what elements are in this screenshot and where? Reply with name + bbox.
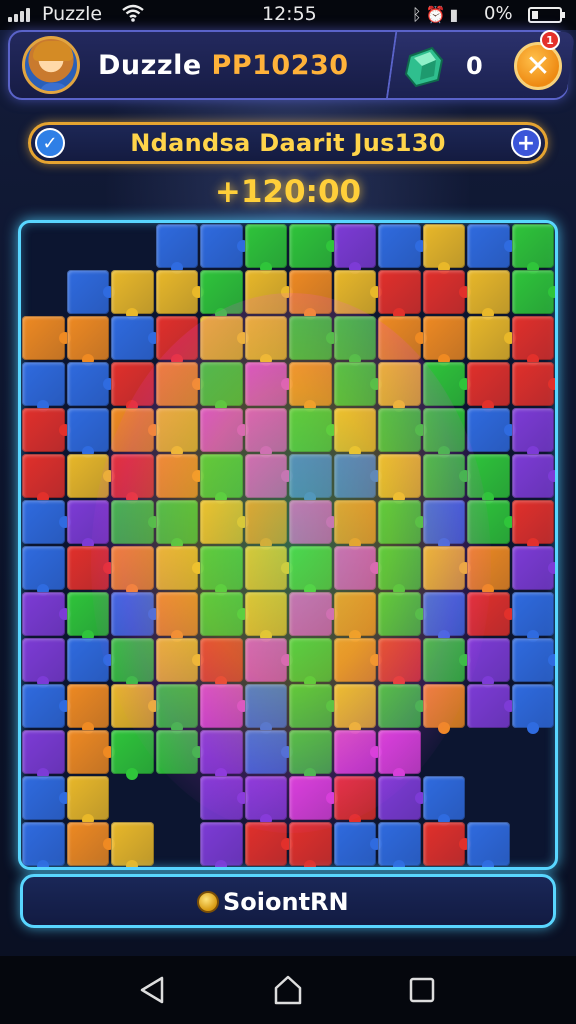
alarm-icon: ⏰ <box>425 5 450 24</box>
player-name: Duzzle PP10230 <box>98 50 349 81</box>
puzzle-piece-tab <box>37 860 50 867</box>
status-time: 12:55 <box>262 3 317 25</box>
home-icon[interactable] <box>270 972 306 1008</box>
puzzle-piece-tab <box>482 860 495 867</box>
puzzle-piece-tab <box>126 768 139 780</box>
puzzle-piece-tab <box>304 860 317 867</box>
gem-count: 0 <box>466 52 483 80</box>
solve-button[interactable]: SoiontRN <box>20 874 556 928</box>
signal-small-icon: ▮ <box>449 5 463 24</box>
puzzle-piece-tab <box>548 286 555 298</box>
puzzle-piece-tab <box>548 562 555 574</box>
battery-icon <box>528 7 565 23</box>
puzzle-piece-tab <box>548 470 555 482</box>
goal-bar: ✓ Ndandsa Daarit Jus130 + <box>28 122 548 164</box>
puzzle-piece-tab <box>526 722 539 734</box>
recent-apps-icon[interactable] <box>404 972 440 1008</box>
player-name-text: Duzzle <box>98 50 202 81</box>
status-app-name: Puzzle <box>42 3 103 25</box>
wifi-icon <box>122 4 144 22</box>
status-bar: Puzzle 12:55 ᛒ⏰▮ 0% <box>0 0 576 30</box>
coin-icon <box>197 891 219 913</box>
signal-icon <box>8 8 36 22</box>
puzzle-piece-tab <box>548 378 555 390</box>
status-icons: ᛒ⏰▮ <box>412 5 462 24</box>
goal-text: Ndandsa Daarit Jus130 <box>130 129 446 157</box>
back-icon[interactable] <box>134 972 170 1008</box>
gem-icon[interactable] <box>402 46 446 88</box>
puzzle-piece-tab <box>548 654 555 666</box>
close-icon: ✕ <box>525 48 551 84</box>
bluetooth-icon: ᛒ <box>412 5 426 24</box>
solve-button-label: SoiontRN <box>223 888 349 916</box>
player-header: Duzzle PP10230 0 ✕ <box>8 30 576 100</box>
add-button[interactable]: + <box>511 128 541 158</box>
navigation-bar <box>0 956 576 1024</box>
puzzle-piece-tab <box>215 860 228 867</box>
puzzle-piece-tab <box>126 860 139 867</box>
puzzle-board[interactable] <box>18 220 558 870</box>
puzzle-piece-tab <box>393 860 406 867</box>
timer: +120:00 <box>214 174 362 210</box>
close-button[interactable]: ✕ <box>514 42 562 90</box>
battery-text: 0% <box>484 3 513 24</box>
puzzle-piece-tab <box>437 722 450 734</box>
avatar[interactable] <box>22 36 80 94</box>
player-id: PP10230 <box>211 50 349 81</box>
notification-badge: 1 <box>540 30 560 50</box>
